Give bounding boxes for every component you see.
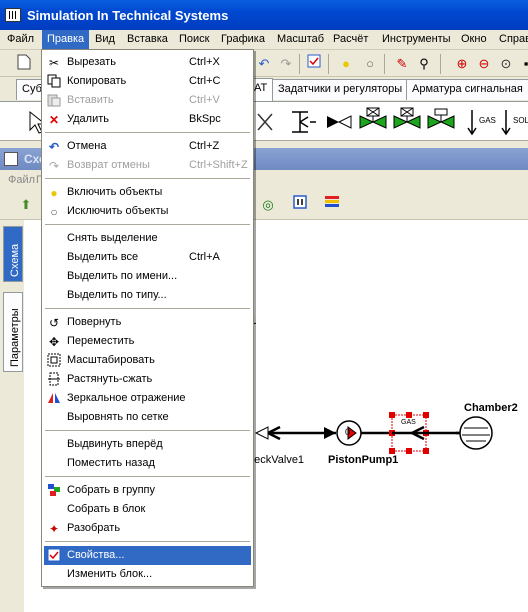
- undo-icon[interactable]: ↶: [254, 54, 274, 74]
- menu-item-mirror[interactable]: Зеркальное отражение: [44, 389, 251, 408]
- copy-icon: [46, 74, 62, 90]
- orifice-icon[interactable]: [288, 106, 318, 138]
- menu-scale[interactable]: Масштаб: [277, 33, 324, 45]
- menu-item-scale[interactable]: Масштабировать: [44, 351, 251, 370]
- gas-element-label: GAS: [401, 419, 416, 426]
- bulb-off-icon: ○: [50, 205, 58, 219]
- cross-element-icon[interactable]: [252, 106, 282, 138]
- ungroup-wand-icon: ✦: [48, 522, 60, 536]
- tab-parameters[interactable]: Параметры: [3, 292, 23, 372]
- app-icon: [5, 8, 21, 22]
- redo-icon[interactable]: ↷: [276, 54, 296, 74]
- tab-schema[interactable]: Схема: [3, 226, 23, 282]
- zoom-in-icon[interactable]: ⊕: [452, 54, 472, 74]
- scale-icon: [46, 353, 62, 369]
- menu-item-copy[interactable]: Копировать Ctrl+C: [44, 72, 251, 91]
- move-icon: ✥: [48, 335, 60, 349]
- bulb-on-icon[interactable]: ●: [336, 54, 356, 74]
- mirror-icon: [46, 391, 62, 407]
- zoom-out-icon[interactable]: ⊖: [474, 54, 494, 74]
- menu-help[interactable]: Справ: [499, 33, 528, 45]
- menu-item-cut[interactable]: ✂ Вырезать Ctrl+X: [44, 53, 251, 72]
- child-menu-file[interactable]: Файл: [8, 174, 35, 186]
- undo-icon: ↶: [48, 140, 60, 154]
- pump-label: PistonPump1: [328, 454, 399, 466]
- menu-calc[interactable]: Расчёт: [333, 33, 368, 45]
- menu-graphics[interactable]: Графика: [221, 33, 265, 45]
- menu-item-make-block[interactable]: Собрать в блок: [44, 500, 251, 519]
- new-file-icon[interactable]: [14, 54, 34, 74]
- menu-item-undo[interactable]: ↶ Отмена Ctrl+Z: [44, 137, 251, 156]
- menubar: Файл Правка Вид Вставка Поиск Графика Ма…: [0, 30, 528, 50]
- menu-item-redo[interactable]: ↷ Возврат отмены Ctrl+Shift+Z: [44, 156, 251, 175]
- menu-item-select-all[interactable]: Выделить все Ctrl+A: [44, 248, 251, 267]
- binoculars-icon[interactable]: ⚲: [414, 54, 434, 74]
- menu-item-edit-block[interactable]: Изменить блок...: [44, 565, 251, 584]
- delete-x-icon: ✕: [48, 113, 60, 127]
- schema-side-panel: Схема Параметры: [0, 220, 24, 612]
- menu-insert[interactable]: Вставка: [127, 33, 168, 45]
- pump-value-label: 0: [345, 427, 351, 437]
- chamber-label: Chamber2: [464, 402, 518, 414]
- rotate-icon: ↺: [48, 316, 60, 330]
- toolbar-more-icon[interactable]: ▪: [516, 54, 528, 74]
- connect-icon[interactable]: ✎: [392, 54, 412, 74]
- menu-file[interactable]: Файл: [7, 33, 34, 45]
- valve-green-2-icon[interactable]: [392, 106, 422, 138]
- menu-view[interactable]: Вид: [95, 33, 115, 45]
- properties-icon: [46, 548, 62, 564]
- stretch-icon: [46, 372, 62, 388]
- pause-icon[interactable]: [290, 195, 310, 215]
- menu-item-disable-objects[interactable]: ○ Исключить объекты: [44, 202, 251, 221]
- gas-source-icon[interactable]: GAS: [464, 106, 496, 138]
- menu-tools[interactable]: Инструменты: [382, 33, 451, 45]
- bulb-off-icon[interactable]: ○: [360, 54, 380, 74]
- schema-window-icon: [4, 152, 18, 166]
- title-bar: Simulation In Technical Systems: [0, 0, 528, 30]
- menu-item-move[interactable]: ✥ Переместить: [44, 332, 251, 351]
- window-title: Simulation In Technical Systems: [27, 8, 229, 23]
- zoom-fit-icon[interactable]: ⊙: [496, 54, 516, 74]
- target-icon[interactable]: ◎: [258, 195, 278, 215]
- menu-search[interactable]: Поиск: [179, 33, 209, 45]
- scissors-icon: ✂: [48, 56, 60, 70]
- edit-menu-dropdown: ✂ Вырезать Ctrl+X Копировать Ctrl+C Вста…: [41, 49, 254, 587]
- menu-item-bring-forward[interactable]: Выдвинуть вперёд: [44, 435, 251, 454]
- up-arrow-icon[interactable]: ⬆: [16, 195, 36, 215]
- menu-item-enable-objects[interactable]: ● Включить объекты: [44, 183, 251, 202]
- tab-regulators[interactable]: Задатчики и регуляторы: [272, 79, 409, 100]
- menu-window[interactable]: Окно: [461, 33, 487, 45]
- menu-item-select-by-type[interactable]: Выделить по типу...: [44, 286, 251, 305]
- menu-item-properties[interactable]: Свойства...: [44, 546, 251, 565]
- layers-icon[interactable]: [322, 195, 342, 215]
- valve-green-1-icon[interactable]: [358, 106, 388, 138]
- menu-item-group[interactable]: Собрать в группу: [44, 481, 251, 500]
- tab-signal-fittings[interactable]: Арматура сигнальная: [406, 79, 528, 100]
- solenoid-source-icon[interactable]: SOL: [498, 106, 528, 138]
- menu-item-paste[interactable]: Вставить Ctrl+V: [44, 91, 251, 110]
- menu-item-select-by-name[interactable]: Выделить по имени...: [44, 267, 251, 286]
- menu-item-stretch[interactable]: Растянуть-сжать: [44, 370, 251, 389]
- menu-item-delete[interactable]: ✕ Удалить BkSpc: [44, 110, 251, 129]
- menu-item-send-back[interactable]: Поместить назад: [44, 454, 251, 473]
- bulb-on-icon: ●: [50, 186, 58, 200]
- valve-green-3-icon[interactable]: [426, 106, 456, 138]
- redo-icon: ↷: [48, 159, 60, 173]
- menu-item-ungroup[interactable]: ✦ Разобрать: [44, 519, 251, 538]
- properties-icon[interactable]: [304, 54, 324, 74]
- group-icon: [46, 483, 62, 499]
- paste-icon: [46, 93, 62, 109]
- menu-item-rotate[interactable]: ↺ Повернуть: [44, 313, 251, 332]
- menu-edit[interactable]: Правка: [42, 30, 90, 50]
- check-valve-icon[interactable]: [324, 106, 354, 138]
- check-valve-label: heckValve1: [248, 454, 305, 466]
- menu-item-snap-to-grid[interactable]: Выровнять по сетке: [44, 408, 251, 427]
- menu-item-deselect[interactable]: Снять выделение: [44, 229, 251, 248]
